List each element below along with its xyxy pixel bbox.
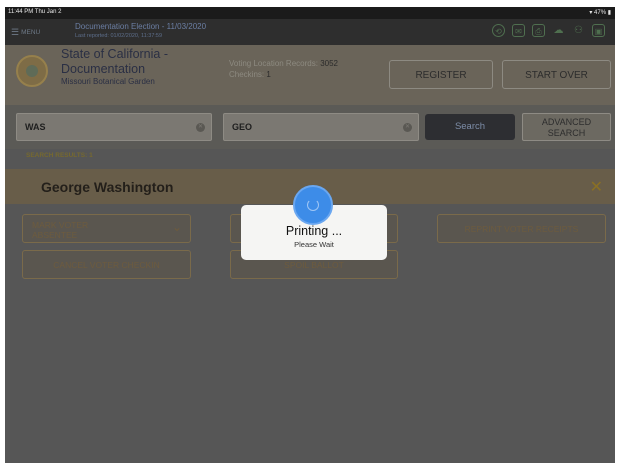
- advanced-search-label-line1: ADVANCED: [541, 117, 592, 127]
- scan-id-icon[interactable]: ▣: [592, 24, 605, 37]
- battery-indicator: ▾ 47% ▮: [589, 10, 611, 16]
- start-over-button[interactable]: START OVER: [502, 60, 611, 89]
- last-name-input[interactable]: [17, 114, 211, 140]
- organization-name-line2: Documentation: [61, 62, 146, 76]
- register-button[interactable]: REGISTER: [389, 60, 493, 89]
- first-name-field[interactable]: ✕: [223, 113, 419, 141]
- close-icon[interactable]: ✕: [590, 177, 603, 197]
- printing-subtitle: Please Wait: [294, 240, 334, 249]
- state-seal-logo: [16, 55, 48, 87]
- history-icon[interactable]: ⟲: [492, 24, 505, 37]
- organization-name: State of California - Documentation: [61, 47, 168, 77]
- location-stats: Voting Location Records: 3052 Checkins: …: [229, 58, 338, 80]
- cloud-sync-icon[interactable]: ☁: [552, 24, 565, 37]
- mark-absentee-label-line2: ABSENTEE: [32, 230, 78, 240]
- mark-voter-absentee-dropdown[interactable]: MARK VOTER ABSENTEE ⌄: [22, 214, 191, 243]
- top-nav-bar: ☰ MENU Documentation Election - 11/03/202…: [5, 19, 615, 45]
- cancel-voter-checkin-button[interactable]: CANCEL VOTER CHECKIN: [22, 250, 191, 279]
- users-icon[interactable]: ⚇: [572, 24, 585, 37]
- menu-label: MENU: [21, 29, 41, 36]
- printer-icon[interactable]: ⎙: [532, 24, 545, 37]
- advanced-search-button[interactable]: ADVANCED SEARCH: [522, 113, 611, 141]
- battery-level: 47%: [594, 10, 607, 16]
- clear-icon[interactable]: ✕: [403, 123, 412, 132]
- organization-name-line1: State of California -: [61, 47, 168, 61]
- advanced-search-label-line2: SEARCH: [547, 128, 586, 138]
- clear-icon[interactable]: ✕: [196, 123, 205, 132]
- voter-name: George Washington: [41, 179, 174, 195]
- last-reported-timestamp: Last reported: 01/02/2020, 11:37:59: [75, 33, 163, 39]
- last-name-field[interactable]: ✕: [16, 113, 212, 141]
- search-button[interactable]: Search: [425, 114, 515, 140]
- nav-icon-group: ⟲ ✉ ⎙ ☁ ⚇ ▣: [492, 24, 605, 37]
- printing-title: Printing ...: [285, 224, 343, 238]
- menu-button[interactable]: ☰ MENU: [11, 27, 40, 38]
- checkins-value: 1: [266, 70, 271, 79]
- status-time: 11:44 PM Thu Jan 2: [8, 9, 62, 15]
- location-header: State of California - Documentation Miss…: [5, 45, 615, 105]
- status-bar: 11:44 PM Thu Jan 2 ▾ 47% ▮: [5, 7, 615, 19]
- mark-absentee-label-line1: MARK VOTER: [32, 220, 89, 230]
- voting-location-name: Missouri Botanical Garden: [61, 77, 155, 86]
- hamburger-icon: ☰: [11, 27, 20, 37]
- reprint-receipts-button[interactable]: REPRINT VOTER RECEIPTS: [437, 214, 606, 243]
- loading-spinner-icon: [293, 185, 333, 225]
- chevron-down-icon: ⌄: [171, 220, 182, 234]
- app-screen: 11:44 PM Thu Jan 2 ▾ 47% ▮ ☰ MENU Documen…: [5, 7, 615, 463]
- first-name-input[interactable]: [224, 114, 418, 140]
- records-label: Voting Location Records:: [229, 59, 318, 68]
- search-results-count: SEARCH RESULTS: 1: [26, 152, 93, 159]
- election-title: Documentation Election - 11/03/2020: [75, 22, 207, 31]
- search-bar: ✕ ✕ Search ADVANCED SEARCH: [5, 105, 615, 149]
- checkins-label: Checkins:: [229, 70, 265, 79]
- mail-icon[interactable]: ✉: [512, 24, 525, 37]
- records-value: 3052: [320, 59, 338, 68]
